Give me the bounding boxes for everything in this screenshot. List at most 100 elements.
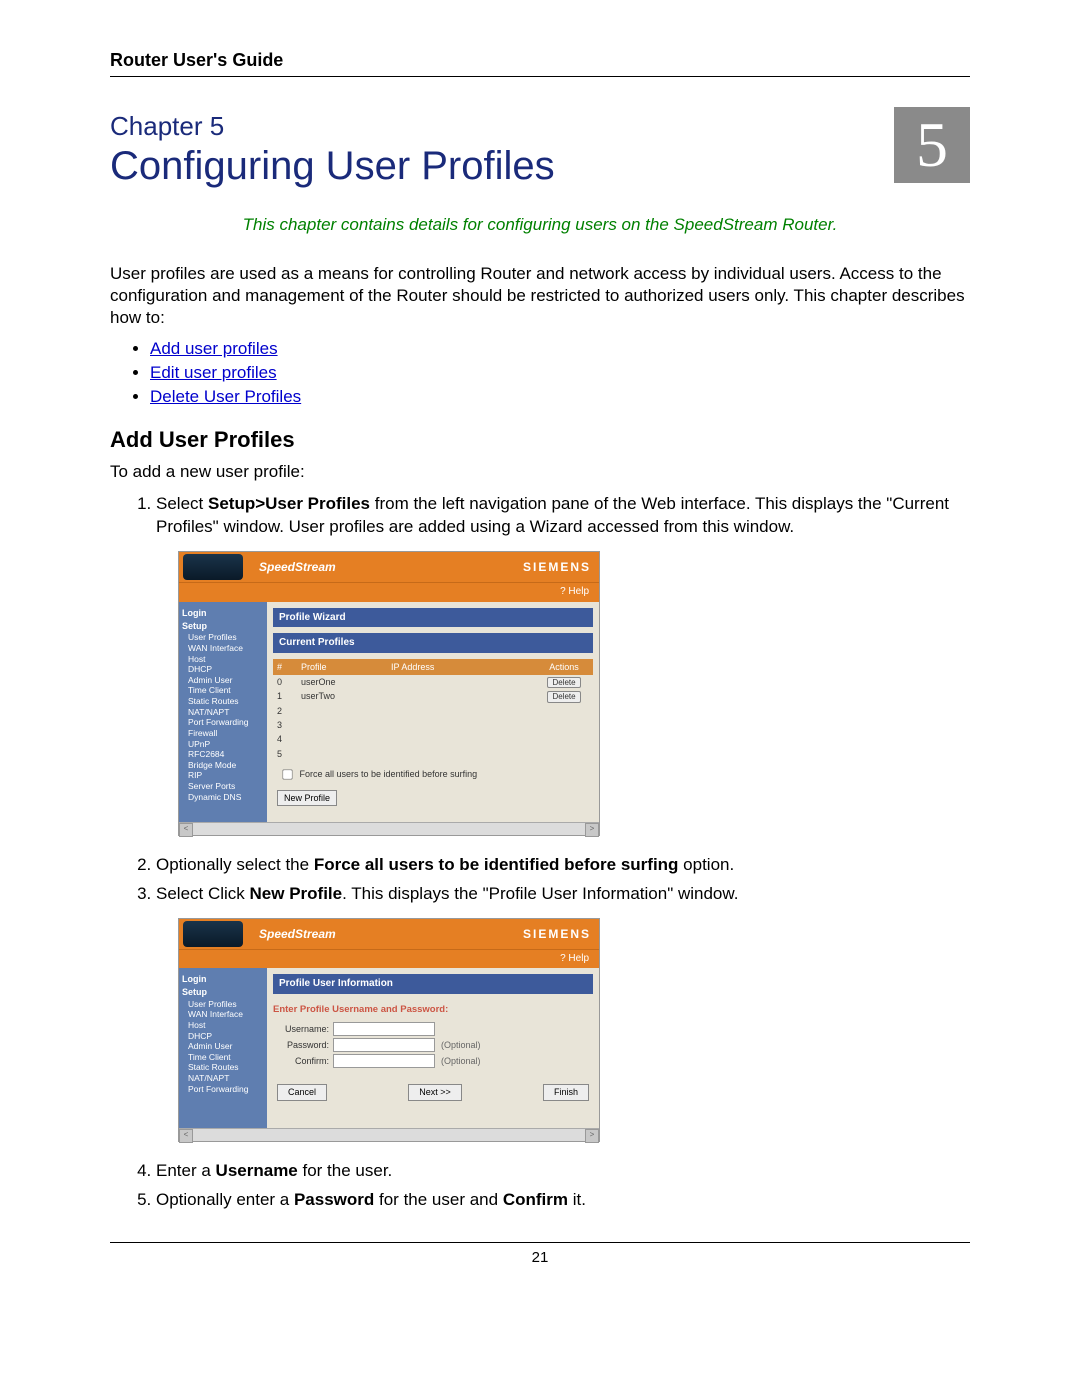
nav-item[interactable]: Time Client bbox=[182, 685, 264, 696]
doc-header-title: Router User's Guide bbox=[110, 50, 970, 71]
step-2-post: option. bbox=[678, 855, 734, 874]
chapter-label: Chapter 5 bbox=[110, 111, 555, 142]
toc-link-delete[interactable]: Delete User Profiles bbox=[150, 387, 301, 406]
table-row: 0 userOne Delete bbox=[273, 675, 593, 690]
table-row: 4 bbox=[273, 732, 593, 746]
nav-item[interactable]: Bridge Mode bbox=[182, 760, 264, 771]
step-5-bold2: Confirm bbox=[503, 1190, 568, 1209]
nav-item[interactable]: Dynamic DNS bbox=[182, 792, 264, 803]
nav-item[interactable]: Server Ports bbox=[182, 781, 264, 792]
nav-item[interactable]: Port Forwarding bbox=[182, 717, 264, 728]
table-header: # Profile IP Address Actions bbox=[273, 659, 593, 675]
scrollbar[interactable]: <> bbox=[179, 1128, 599, 1141]
confirm-input[interactable] bbox=[333, 1054, 435, 1068]
nav-item[interactable]: Port Forwarding bbox=[182, 1084, 264, 1095]
scroll-left-icon[interactable]: < bbox=[179, 823, 193, 837]
password-input[interactable] bbox=[333, 1038, 435, 1052]
step-2-bold: Force all users to be identified before … bbox=[314, 855, 679, 874]
nav-item[interactable]: Host bbox=[182, 654, 264, 665]
username-input[interactable] bbox=[333, 1022, 435, 1036]
chapter-heading: Configuring User Profiles bbox=[110, 144, 555, 189]
nav-setup[interactable]: Setup bbox=[182, 621, 264, 632]
steps-list: Select Setup>User Profiles from the left… bbox=[110, 493, 970, 1212]
screenshot-profile-user-info: SpeedStream SIEMENS ? Help Login Setup U… bbox=[178, 918, 600, 1143]
help-link[interactable]: ? Help bbox=[179, 949, 599, 969]
siemens-label: SIEMENS bbox=[523, 926, 591, 942]
nav-item[interactable]: WAN Interface bbox=[182, 643, 264, 654]
cell-num: 4 bbox=[277, 733, 301, 745]
nav-item[interactable]: UPnP bbox=[182, 739, 264, 750]
cell-num: 3 bbox=[277, 719, 301, 731]
nav-item[interactable]: RFC2684 bbox=[182, 749, 264, 760]
step-1: Select Setup>User Profiles from the left… bbox=[156, 493, 970, 835]
enter-hl: Username and Password bbox=[332, 1004, 445, 1015]
step-5-bold1: Password bbox=[294, 1190, 374, 1209]
nav-item[interactable]: Admin User bbox=[182, 1041, 264, 1052]
toc-list: Add user profiles Edit user profiles Del… bbox=[110, 339, 970, 407]
confirm-row: Confirm: (Optional) bbox=[273, 1054, 593, 1068]
nav-item[interactable]: Static Routes bbox=[182, 696, 264, 707]
password-row: Password: (Optional) bbox=[273, 1038, 593, 1052]
cell-num: 2 bbox=[277, 705, 301, 717]
new-profile-button[interactable]: New Profile bbox=[277, 790, 337, 806]
optional-label: (Optional) bbox=[441, 1039, 481, 1051]
table-row: 5 bbox=[273, 747, 593, 761]
cell-profile: userOne bbox=[301, 676, 391, 689]
col-profile: Profile bbox=[301, 661, 391, 673]
scroll-right-icon[interactable]: > bbox=[585, 1129, 599, 1143]
delete-button[interactable]: Delete bbox=[547, 691, 580, 703]
cancel-button[interactable]: Cancel bbox=[277, 1084, 327, 1100]
cell-ip bbox=[391, 690, 539, 703]
nav-item[interactable]: WAN Interface bbox=[182, 1009, 264, 1020]
step-1-pre: Select bbox=[156, 494, 208, 513]
nav-item[interactable]: Admin User bbox=[182, 675, 264, 686]
help-link[interactable]: ? Help bbox=[179, 582, 599, 602]
nav-item[interactable]: DHCP bbox=[182, 1031, 264, 1042]
nav-item[interactable]: User Profiles bbox=[182, 632, 264, 643]
username-row: Username: bbox=[273, 1022, 593, 1036]
next-button[interactable]: Next >> bbox=[408, 1084, 462, 1100]
nav-item[interactable]: NAT/NAPT bbox=[182, 1073, 264, 1084]
scroll-right-icon[interactable]: > bbox=[585, 823, 599, 837]
force-row: Force all users to be identified before … bbox=[273, 761, 593, 788]
section-lead: To add a new user profile: bbox=[110, 461, 970, 483]
nav-item[interactable]: Static Routes bbox=[182, 1062, 264, 1073]
nav-item[interactable]: Time Client bbox=[182, 1052, 264, 1063]
force-checkbox[interactable] bbox=[282, 769, 292, 779]
step-5-pre: Optionally enter a bbox=[156, 1190, 294, 1209]
step-5-post: it. bbox=[568, 1190, 586, 1209]
footer-rule bbox=[110, 1242, 970, 1243]
finish-button[interactable]: Finish bbox=[543, 1084, 589, 1100]
nav-item[interactable]: NAT/NAPT bbox=[182, 707, 264, 718]
delete-button[interactable]: Delete bbox=[547, 677, 580, 689]
header-rule bbox=[110, 76, 970, 77]
table-row: 3 bbox=[273, 718, 593, 732]
step-2: Optionally select the Force all users to… bbox=[156, 854, 970, 877]
cell-num: 1 bbox=[277, 690, 301, 703]
password-label: Password: bbox=[273, 1039, 333, 1051]
step-4-post: for the user. bbox=[298, 1161, 393, 1180]
step-3: Select Click New Profile. This displays … bbox=[156, 883, 970, 1142]
nav-item[interactable]: Host bbox=[182, 1020, 264, 1031]
left-nav: Login Setup User Profiles WAN Interface … bbox=[179, 968, 267, 1128]
router-device-icon bbox=[183, 554, 243, 580]
optional-label: (Optional) bbox=[441, 1055, 481, 1067]
toc-link-add[interactable]: Add user profiles bbox=[150, 339, 278, 358]
nav-item[interactable]: DHCP bbox=[182, 664, 264, 675]
nav-login[interactable]: Login bbox=[182, 608, 264, 619]
nav-item[interactable]: User Profiles bbox=[182, 999, 264, 1010]
force-label: Force all users to be identified before … bbox=[300, 769, 478, 779]
confirm-label: Confirm: bbox=[273, 1055, 333, 1067]
nav-item[interactable]: Firewall bbox=[182, 728, 264, 739]
step-3-post: . This displays the "Profile User Inform… bbox=[342, 884, 738, 903]
scrollbar[interactable]: <> bbox=[179, 822, 599, 835]
col-num: # bbox=[277, 661, 301, 673]
toc-link-edit[interactable]: Edit user profiles bbox=[150, 363, 277, 382]
scroll-left-icon[interactable]: < bbox=[179, 1129, 193, 1143]
step-1-bold: Setup>User Profiles bbox=[208, 494, 370, 513]
nav-login[interactable]: Login bbox=[182, 974, 264, 985]
current-profiles-bar: Current Profiles bbox=[273, 633, 593, 653]
cell-num: 0 bbox=[277, 676, 301, 689]
nav-item[interactable]: RIP bbox=[182, 770, 264, 781]
nav-setup[interactable]: Setup bbox=[182, 987, 264, 998]
